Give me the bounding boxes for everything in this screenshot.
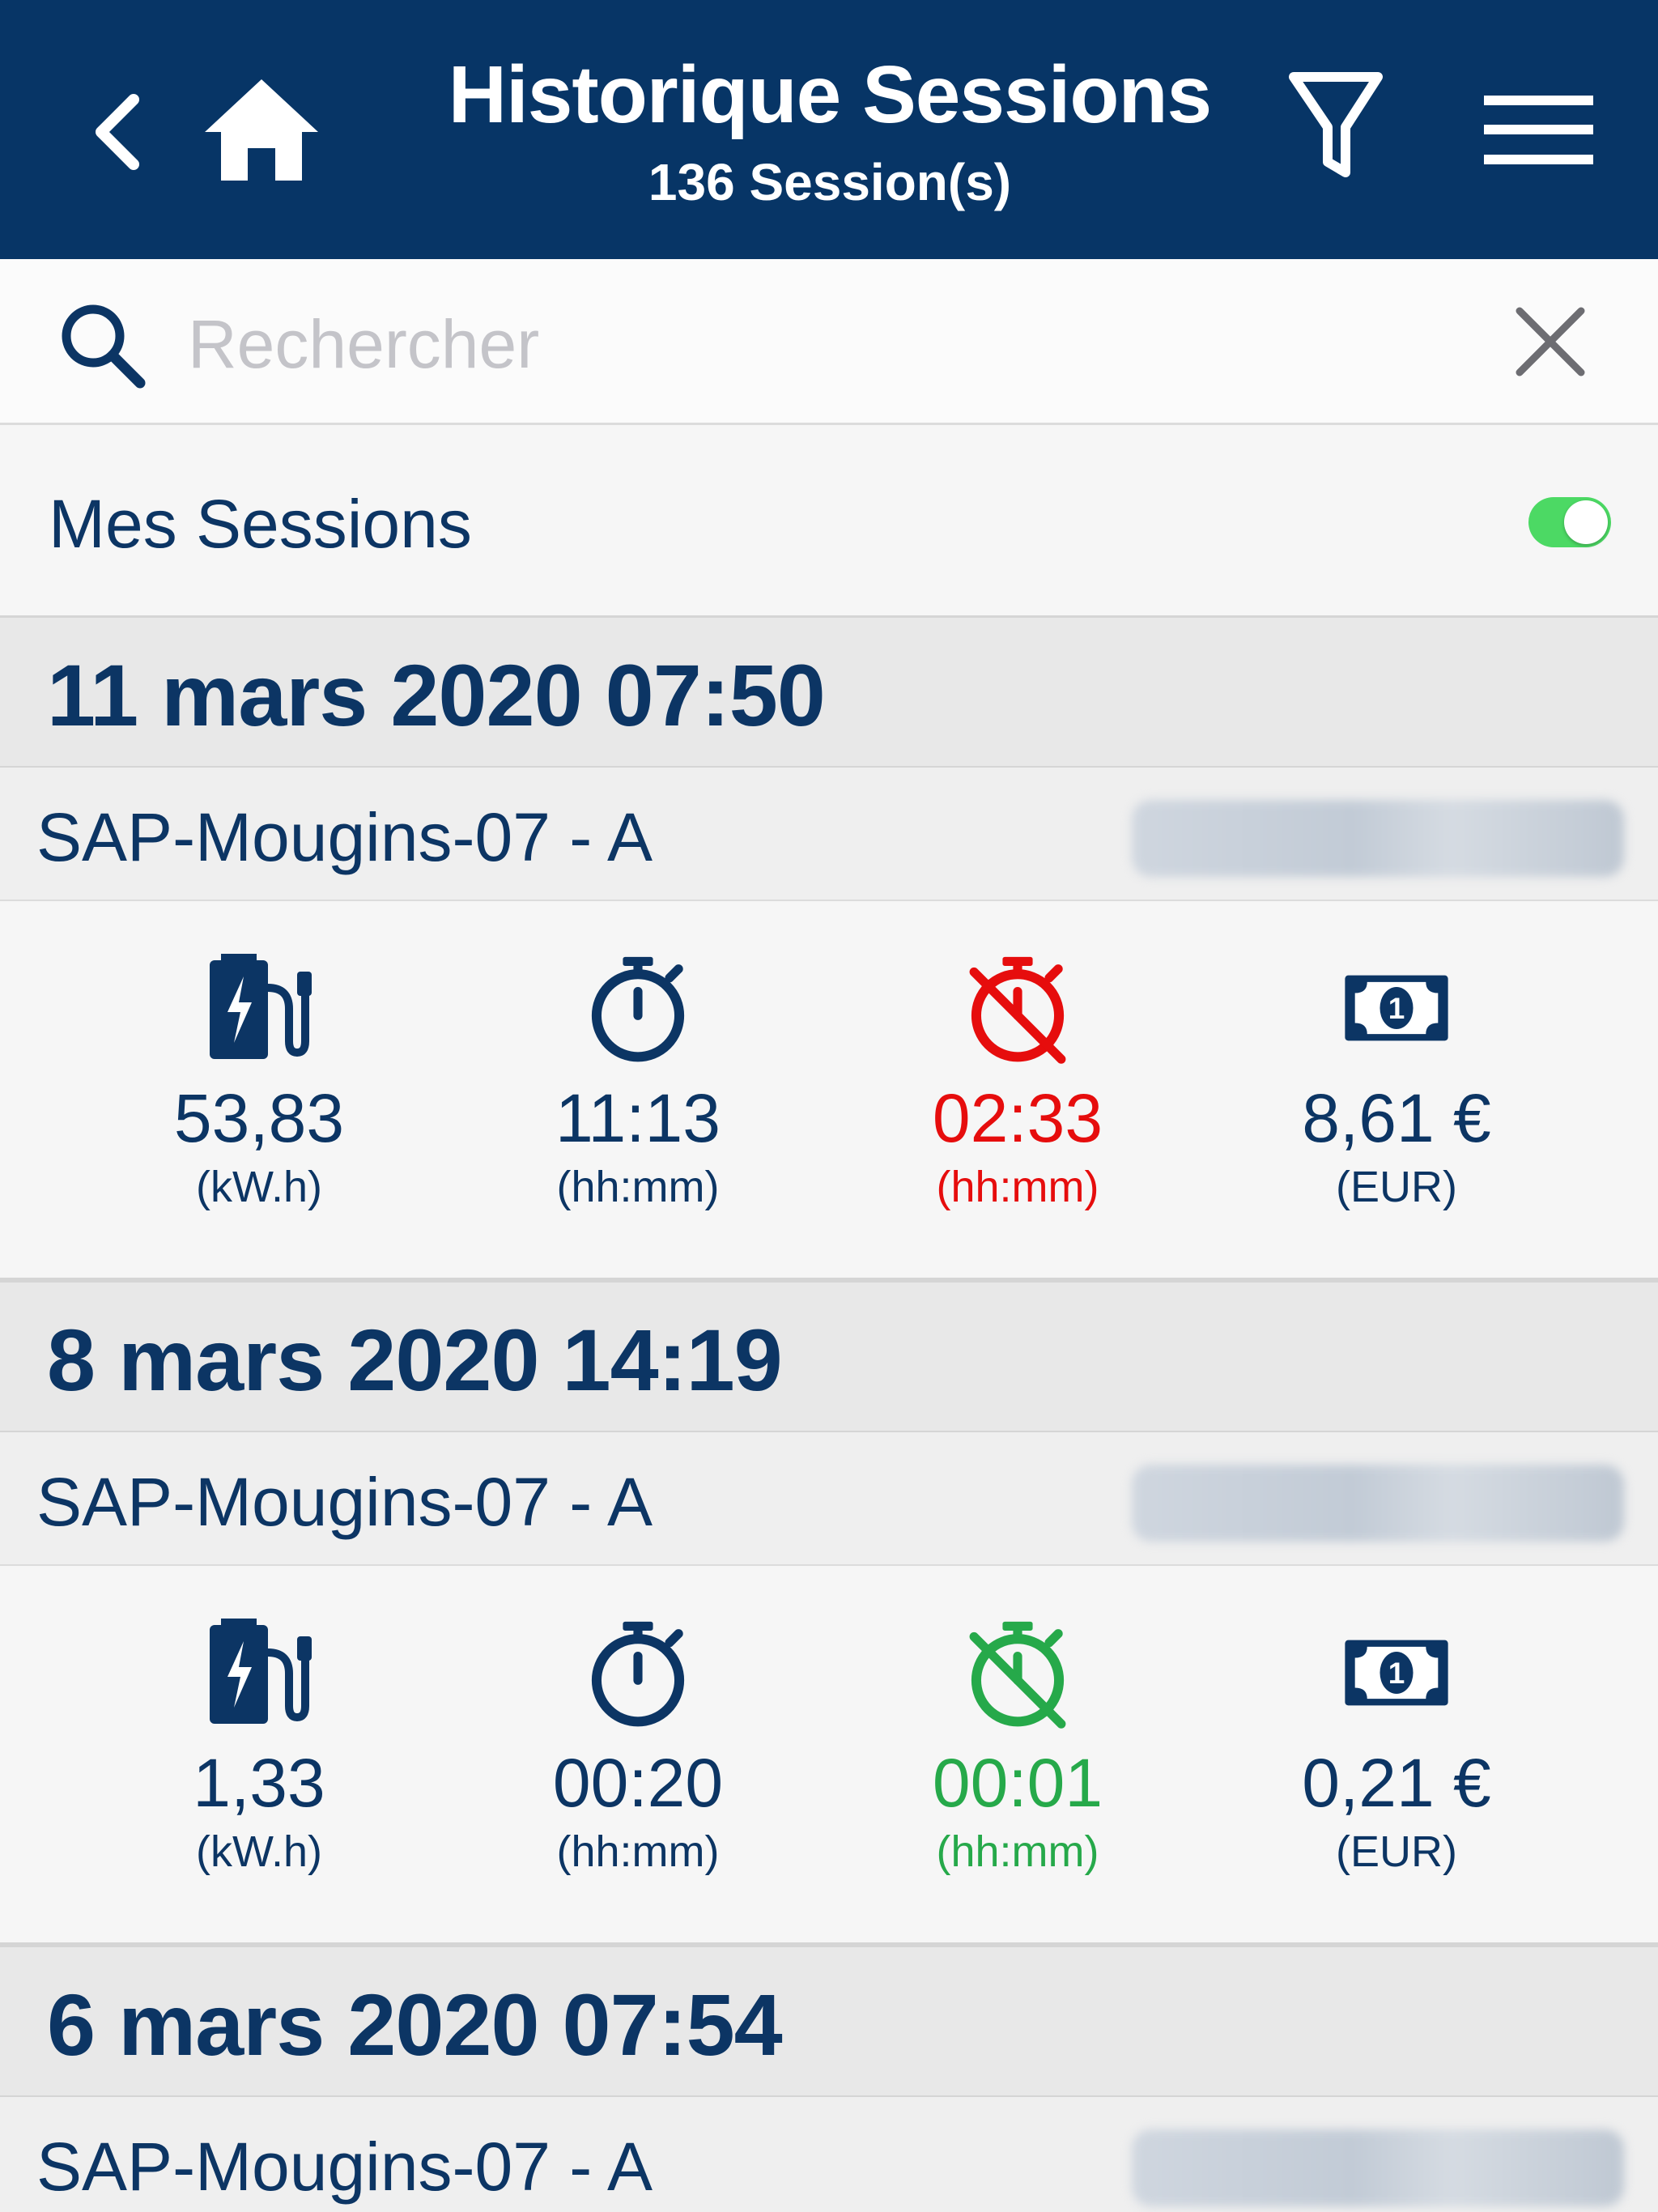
my-sessions-label: Mes Sessions bbox=[49, 486, 472, 562]
search-input[interactable] bbox=[188, 300, 1402, 389]
stopwatch-icon bbox=[585, 1616, 691, 1729]
energy-metric: 1,33 (kW.h) bbox=[73, 1566, 445, 1945]
search-icon bbox=[62, 304, 146, 389]
app-header: Historique Sessions 136 Session(s) bbox=[0, 0, 1658, 259]
stopwatch-off-icon bbox=[965, 951, 1070, 1065]
idle-metric: 00:01 (hh:mm) bbox=[831, 1566, 1204, 1945]
session-date: 8 mars 2020 14:19 bbox=[47, 1311, 783, 1409]
redacted-field bbox=[1132, 800, 1624, 877]
energy-value: 53,83 bbox=[173, 1080, 345, 1156]
close-icon[interactable] bbox=[1510, 301, 1591, 382]
duration-value: 00:20 bbox=[552, 1745, 724, 1821]
stopwatch-icon bbox=[585, 951, 691, 1065]
cost-value: 8,61 € bbox=[1302, 1080, 1491, 1156]
duration-unit: (hh:mm) bbox=[556, 1163, 720, 1211]
banknote-icon: 1 bbox=[1344, 951, 1449, 1065]
idle-unit: (hh:mm) bbox=[936, 1827, 1099, 1876]
session-date: 6 mars 2020 07:54 bbox=[47, 1976, 783, 2074]
cost-unit: (EUR) bbox=[1336, 1827, 1457, 1876]
charging-station-icon bbox=[206, 951, 312, 1065]
cost-metric: 1 8,61 € (EUR) bbox=[1210, 901, 1583, 1280]
energy-unit: (kW.h) bbox=[196, 1163, 322, 1211]
duration-metric: 00:20 (hh:mm) bbox=[452, 1566, 824, 1945]
stopwatch-off-icon bbox=[965, 1616, 1070, 1729]
toggle-knob bbox=[1564, 500, 1608, 544]
energy-value: 1,33 bbox=[193, 1745, 325, 1821]
page-title: Historique Sessions bbox=[448, 49, 1212, 140]
session-date-header: 6 mars 2020 07:54 bbox=[0, 1945, 1658, 2097]
station-name: SAP-Mougins-07 - A bbox=[36, 1464, 653, 1540]
cost-value: 0,21 € bbox=[1302, 1745, 1491, 1821]
hamburger-menu-icon bbox=[1483, 95, 1593, 164]
banknote-icon: 1 bbox=[1344, 1616, 1449, 1729]
cost-metric: 1 0,21 € (EUR) bbox=[1210, 1566, 1583, 1945]
session-date: 11 mars 2020 07:50 bbox=[47, 646, 826, 744]
duration-value: 11:13 bbox=[555, 1080, 721, 1156]
session-metrics[interactable]: 53,83 (kW.h) 11:13 (hh:mm) 02:33 (hh:mm)… bbox=[0, 901, 1658, 1280]
station-name: SAP-Mougins-07 - A bbox=[36, 2129, 653, 2205]
home-button[interactable] bbox=[198, 73, 324, 186]
filter-icon bbox=[1289, 72, 1383, 177]
session-count: 136 Session(s) bbox=[648, 153, 1012, 211]
redacted-field bbox=[1132, 1465, 1624, 1542]
charging-station-icon bbox=[206, 1616, 312, 1729]
station-row[interactable]: SAP-Mougins-07 - A bbox=[0, 1432, 1658, 1566]
svg-text:1: 1 bbox=[1388, 992, 1405, 1025]
svg-text:1: 1 bbox=[1388, 1657, 1405, 1690]
cost-unit: (EUR) bbox=[1336, 1163, 1457, 1211]
my-sessions-toggle[interactable] bbox=[1528, 497, 1611, 547]
idle-unit: (hh:mm) bbox=[936, 1163, 1099, 1211]
session-date-header: 11 mars 2020 07:50 bbox=[0, 615, 1658, 768]
duration-unit: (hh:mm) bbox=[556, 1827, 720, 1876]
session-date-header: 8 mars 2020 14:19 bbox=[0, 1280, 1658, 1432]
station-row[interactable]: SAP-Mougins-07 - A bbox=[0, 2097, 1658, 2212]
menu-button[interactable] bbox=[1482, 89, 1595, 170]
idle-metric: 02:33 (hh:mm) bbox=[831, 901, 1204, 1280]
redacted-field bbox=[1132, 2129, 1624, 2206]
filter-button[interactable] bbox=[1283, 65, 1388, 186]
idle-value: 00:01 bbox=[932, 1745, 1103, 1821]
energy-metric: 53,83 (kW.h) bbox=[73, 901, 445, 1280]
chevron-left-icon bbox=[96, 94, 139, 170]
station-row[interactable]: SAP-Mougins-07 - A bbox=[0, 768, 1658, 901]
home-icon bbox=[204, 79, 318, 181]
back-button[interactable] bbox=[85, 87, 150, 177]
idle-value: 02:33 bbox=[932, 1080, 1103, 1156]
duration-metric: 11:13 (hh:mm) bbox=[452, 901, 824, 1280]
station-name: SAP-Mougins-07 - A bbox=[36, 799, 653, 875]
session-metrics[interactable]: 1,33 (kW.h) 00:20 (hh:mm) 00:01 (hh:mm) … bbox=[0, 1566, 1658, 1945]
energy-unit: (kW.h) bbox=[196, 1827, 322, 1876]
